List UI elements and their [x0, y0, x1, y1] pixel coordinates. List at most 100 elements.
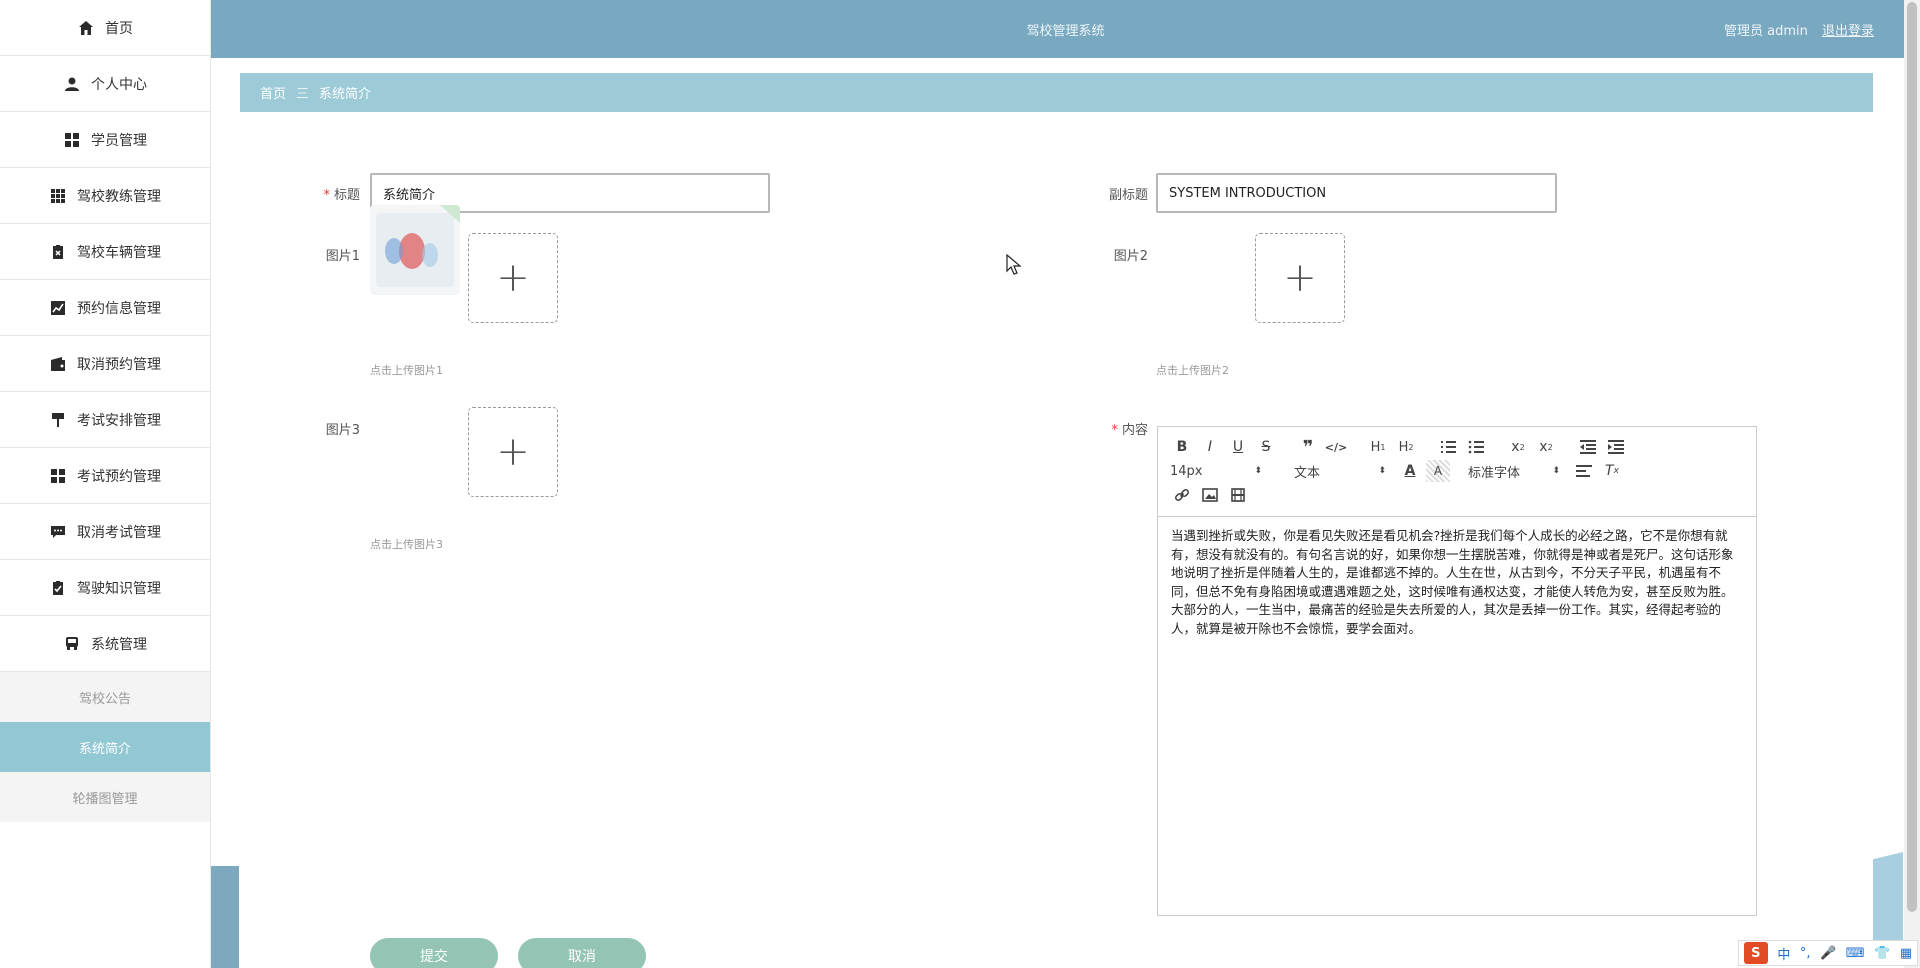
font-color-icon[interactable]: A — [1398, 460, 1422, 482]
sidebar-item[interactable]: 系统管理 — [0, 616, 210, 672]
sidebar-item-label: 个人中心 — [91, 76, 147, 93]
skin-icon[interactable]: 👕 — [1874, 946, 1890, 961]
sidebar-item[interactable]: 取消预约管理 — [0, 336, 210, 392]
font-family-select[interactable]: 标准字体 ⬍ — [1468, 460, 1560, 482]
punctuation-icon[interactable]: °, — [1800, 946, 1811, 961]
sidebar-item[interactable]: 驾驶知识管理 — [0, 560, 210, 616]
sidebar-item[interactable]: 驾校车辆管理 — [0, 224, 210, 280]
page-scrollbar[interactable] — [1904, 0, 1920, 968]
sidebar-item-label: 预约信息管理 — [77, 300, 161, 317]
sidebar-item[interactable]: 学员管理 — [0, 112, 210, 168]
plus-icon: + — [1283, 255, 1317, 301]
subtitle-input[interactable] — [1156, 173, 1557, 213]
logout-link[interactable]: 退出登录 — [1822, 24, 1874, 39]
sidebar-item-label: 取消考试管理 — [77, 524, 161, 541]
pic1-uploader[interactable]: + — [468, 233, 558, 323]
user-label: 管理员 admin — [1723, 24, 1808, 39]
microphone-icon[interactable]: 🎤 — [1820, 946, 1836, 961]
clipboard-check-icon — [49, 579, 67, 597]
breadcrumb-home[interactable]: 首页 — [260, 83, 286, 102]
blockquote-icon[interactable]: ❞ — [1296, 436, 1320, 458]
outdent-icon[interactable] — [1576, 436, 1600, 458]
sidebar-item-label: 考试预约管理 — [77, 468, 161, 485]
sidebar-item-label: 系统管理 — [91, 636, 147, 653]
sidebar-subitem[interactable]: 驾校公告 — [0, 672, 210, 722]
sidebar-item-label: 首页 — [105, 20, 133, 37]
sidebar-item-label: 取消预约管理 — [77, 356, 161, 373]
sidebar-item[interactable]: 考试预约管理 — [0, 448, 210, 504]
home-icon — [77, 19, 95, 37]
sidebar-item[interactable]: 取消考试管理 — [0, 504, 210, 560]
subtitle-label: 副标题 — [1108, 188, 1148, 203]
sidebar-item[interactable]: 驾校教练管理 — [0, 168, 210, 224]
decorative-shape — [211, 866, 239, 968]
pic1-label: 图片1 — [325, 249, 360, 264]
sidebar-item[interactable]: 个人中心 — [0, 56, 210, 112]
scrollbar-thumb[interactable] — [1907, 2, 1917, 912]
sidebar-item[interactable]: 考试安排管理 — [0, 392, 210, 448]
sidebar-item[interactable]: 预约信息管理 — [0, 280, 210, 336]
bullet-list-icon[interactable] — [1464, 436, 1488, 458]
strikethrough-icon[interactable]: S — [1254, 436, 1278, 458]
sidebar-item[interactable]: 首页 — [0, 0, 210, 56]
chart-icon — [49, 299, 67, 317]
app-title: 驾校管理系统 — [1026, 24, 1105, 39]
sidebar-subitem[interactable]: 系统简介 — [0, 722, 210, 772]
clear-format-icon[interactable]: Tx — [1600, 460, 1624, 482]
sidebar-item-label: 驾校车辆管理 — [77, 244, 161, 261]
pin-icon — [49, 411, 67, 429]
bold-icon[interactable]: B — [1170, 436, 1194, 458]
ime-mode[interactable]: 中 — [1777, 944, 1790, 963]
ordered-list-icon[interactable] — [1436, 436, 1460, 458]
sidebar-item-label: 学员管理 — [91, 132, 147, 149]
image-icon[interactable] — [1198, 484, 1222, 506]
indent-icon[interactable] — [1604, 436, 1628, 458]
select-arrow-icon: ⬍ — [1254, 466, 1262, 476]
editor-content[interactable]: 当遇到挫折或失败，你是看见失败还是看见机会?挫折是我们每个人成长的必经之路，它不… — [1158, 517, 1756, 648]
sidebar-item-label: 驾校教练管理 — [77, 188, 161, 205]
mouse-cursor-icon — [1006, 254, 1022, 275]
font-size-select[interactable]: 14px ⬍ — [1170, 460, 1262, 482]
decorative-shape — [1873, 852, 1903, 942]
apps-icon — [49, 187, 67, 205]
sidebar-item-label: 驾驶知识管理 — [77, 580, 161, 597]
block-type-select[interactable]: 文本 ⬍ — [1294, 460, 1386, 482]
title-label: * 标题 — [323, 188, 360, 203]
submit-button[interactable]: 提交 — [370, 938, 498, 968]
code-block-icon[interactable]: </> — [1324, 436, 1348, 458]
underline-icon[interactable]: U — [1226, 436, 1250, 458]
wallet-icon — [49, 355, 67, 373]
user-icon — [63, 75, 81, 93]
ime-toolbar: S 中 °, 🎤 ⌨ 👕 ▦ — [1738, 940, 1918, 966]
breadcrumb-current: 系统简介 — [319, 87, 372, 102]
heading1-icon[interactable]: H1 — [1366, 436, 1390, 458]
clipboard-icon — [49, 243, 67, 261]
cancel-button[interactable]: 取消 — [518, 938, 646, 968]
pic2-uploader[interactable]: + — [1255, 233, 1345, 323]
align-icon[interactable] — [1572, 460, 1596, 482]
superscript-icon[interactable]: x2 — [1534, 436, 1558, 458]
heading2-icon[interactable]: H2 — [1394, 436, 1418, 458]
breadcrumb: 首页 三 系统简介 — [240, 73, 1873, 112]
link-icon[interactable] — [1170, 484, 1194, 506]
subscript-icon[interactable]: x2 — [1506, 436, 1530, 458]
sogou-logo-icon[interactable]: S — [1743, 942, 1768, 964]
pic1-thumbnail — [370, 205, 460, 295]
pic3-hint: 点击上传图片3 — [370, 538, 443, 551]
pic2-hint: 点击上传图片2 — [1156, 364, 1229, 377]
pic1-hint: 点击上传图片1 — [370, 364, 443, 377]
plus-icon: + — [496, 429, 530, 475]
italic-icon[interactable]: I — [1198, 436, 1222, 458]
background-color-icon[interactable]: A — [1426, 460, 1450, 482]
toolbox-icon[interactable]: ▦ — [1900, 946, 1912, 961]
sidebar: 首页个人中心学员管理驾校教练管理 驾校车辆管理 预约信息管理 取消预约管理 考试安排管理… — [0, 0, 211, 968]
video-icon[interactable] — [1226, 484, 1250, 506]
bus-icon — [63, 635, 81, 653]
sidebar-item-label: 考试安排管理 — [77, 412, 161, 429]
pic3-uploader[interactable]: + — [468, 407, 558, 497]
keyboard-icon[interactable]: ⌨ — [1846, 946, 1865, 961]
sidebar-subitem[interactable]: 轮播图管理 — [0, 772, 210, 822]
content-label: * 内容 — [1111, 423, 1148, 438]
topbar: 驾校管理系统 管理员 admin 退出登录 — [211, 0, 1920, 58]
select-arrow-icon: ⬍ — [1378, 466, 1386, 476]
